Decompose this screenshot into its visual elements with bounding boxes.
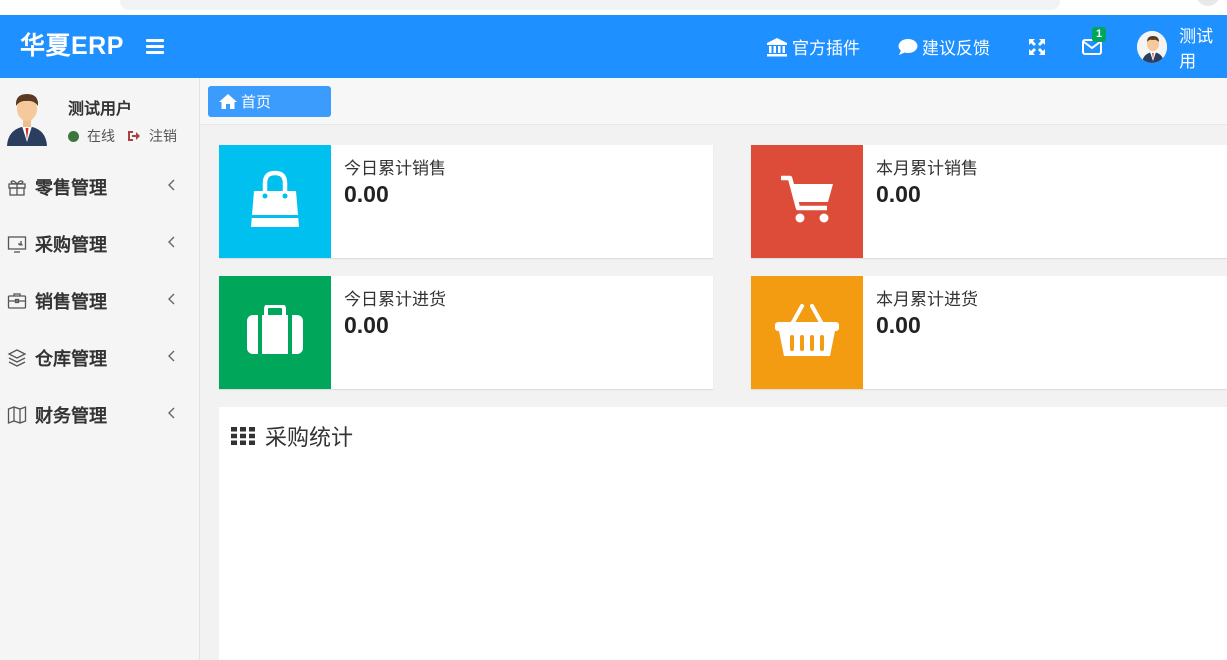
sidebar-item-label: 零售管理 — [35, 177, 107, 198]
feedback-link[interactable]: 建议反馈 — [898, 15, 990, 78]
sidebar: 测试用户 在线 注销 零售管理 采购管理 销售管理 仓库管理 财务管理 — [0, 78, 200, 660]
sidebar-toggle-button[interactable] — [146, 39, 164, 54]
hamburger-line — [146, 45, 164, 48]
stat-icon-bg — [219, 276, 331, 389]
sidebar-item-label: 采购管理 — [35, 234, 107, 255]
sidebar-item-finance[interactable]: 财务管理 — [0, 386, 199, 443]
online-dot-icon — [68, 130, 79, 142]
stat-value: 0.00 — [344, 181, 389, 207]
user-status: 在线 注销 — [68, 126, 177, 146]
user-menu[interactable]: 测试用 — [1137, 15, 1227, 78]
sign-out-icon — [127, 130, 141, 142]
messages-button[interactable]: 1 — [1082, 15, 1107, 78]
hamburger-line — [146, 51, 164, 54]
browser-address-bar[interactable] — [120, 0, 1060, 10]
stat-icon-bg — [219, 145, 331, 258]
stat-label: 本月累计进货 — [876, 290, 978, 309]
desktop-icon — [7, 234, 27, 254]
sidebar-user-name: 测试用户 — [68, 101, 133, 118]
logout-label: 注销 — [149, 128, 177, 144]
stat-label: 今日累计进货 — [344, 290, 446, 309]
chevron-left-icon — [167, 292, 175, 310]
sidebar-item-warehouse[interactable]: 仓库管理 — [0, 329, 199, 386]
header-user-name: 测试用 — [1179, 26, 1214, 71]
sidebar-item-label: 财务管理 — [35, 405, 107, 426]
browser-strip — [0, 0, 1227, 15]
stat-today-sales: 今日累计销售 0.00 — [219, 145, 713, 258]
sidebar-item-label: 仓库管理 — [35, 348, 107, 369]
stat-icon-bg — [751, 276, 863, 389]
fullscreen-button[interactable] — [1028, 15, 1050, 78]
logout-link[interactable]: 注销 — [127, 126, 177, 146]
tab-home[interactable]: 首页 — [208, 86, 331, 117]
shopping-cart-icon — [779, 174, 835, 229]
header-avatar — [1137, 30, 1168, 63]
purchase-stats-panel: 采购统计 — [219, 407, 1227, 660]
tab-bar: 首页 — [200, 78, 1227, 125]
expand-icon — [1028, 38, 1046, 56]
user-avatar — [6, 88, 48, 146]
brand-logo[interactable]: 华夏ERP — [20, 15, 124, 78]
sidebar-item-retail[interactable]: 零售管理 — [0, 158, 199, 215]
stat-month-sales: 本月累计销售 0.00 — [751, 145, 1227, 258]
plugins-label: 官方插件 — [792, 39, 860, 58]
shopping-basket-icon — [774, 302, 840, 363]
online-status-text: 在线 — [87, 128, 115, 144]
panel-title: 采购统计 — [231, 420, 353, 452]
user-panel: 测试用户 在线 注销 — [0, 78, 199, 158]
hamburger-line — [146, 39, 164, 42]
chevron-left-icon — [167, 406, 175, 424]
stat-value: 0.00 — [344, 312, 389, 338]
top-header: 华夏ERP 官方插件 建议反馈 1 测试用 — [0, 15, 1227, 78]
layers-icon — [7, 348, 27, 368]
stat-label: 今日累计销售 — [344, 159, 446, 178]
bank-icon — [766, 37, 788, 57]
stat-label: 本月累计销售 — [876, 159, 978, 178]
gift-icon — [7, 177, 27, 197]
plugins-link[interactable]: 官方插件 — [766, 15, 860, 78]
stat-icon-bg — [751, 145, 863, 258]
chevron-left-icon — [167, 235, 175, 253]
grid-icon — [231, 427, 255, 445]
stat-today-purchase: 今日累计进货 0.00 — [219, 276, 713, 389]
shopping-bag-icon — [246, 169, 304, 234]
panel-title-text: 采购统计 — [265, 425, 354, 450]
sidebar-item-sales[interactable]: 销售管理 — [0, 272, 199, 329]
stat-month-purchase: 本月累计进货 0.00 — [751, 276, 1227, 389]
stat-value: 0.00 — [876, 312, 921, 338]
browser-profile-icon[interactable] — [1196, 0, 1220, 6]
suitcase-icon — [246, 304, 304, 360]
message-count-badge: 1 — [1092, 27, 1107, 42]
briefcase-icon — [7, 291, 27, 311]
chevron-left-icon — [167, 178, 175, 196]
stat-value: 0.00 — [876, 181, 921, 207]
sidebar-item-purchase[interactable]: 采购管理 — [0, 215, 199, 272]
tab-home-label: 首页 — [241, 94, 272, 111]
sidebar-item-label: 销售管理 — [35, 291, 107, 312]
map-icon — [7, 405, 27, 425]
home-icon — [218, 93, 238, 110]
comment-icon — [898, 38, 918, 56]
feedback-label: 建议反馈 — [922, 39, 990, 58]
chevron-left-icon — [167, 349, 175, 367]
